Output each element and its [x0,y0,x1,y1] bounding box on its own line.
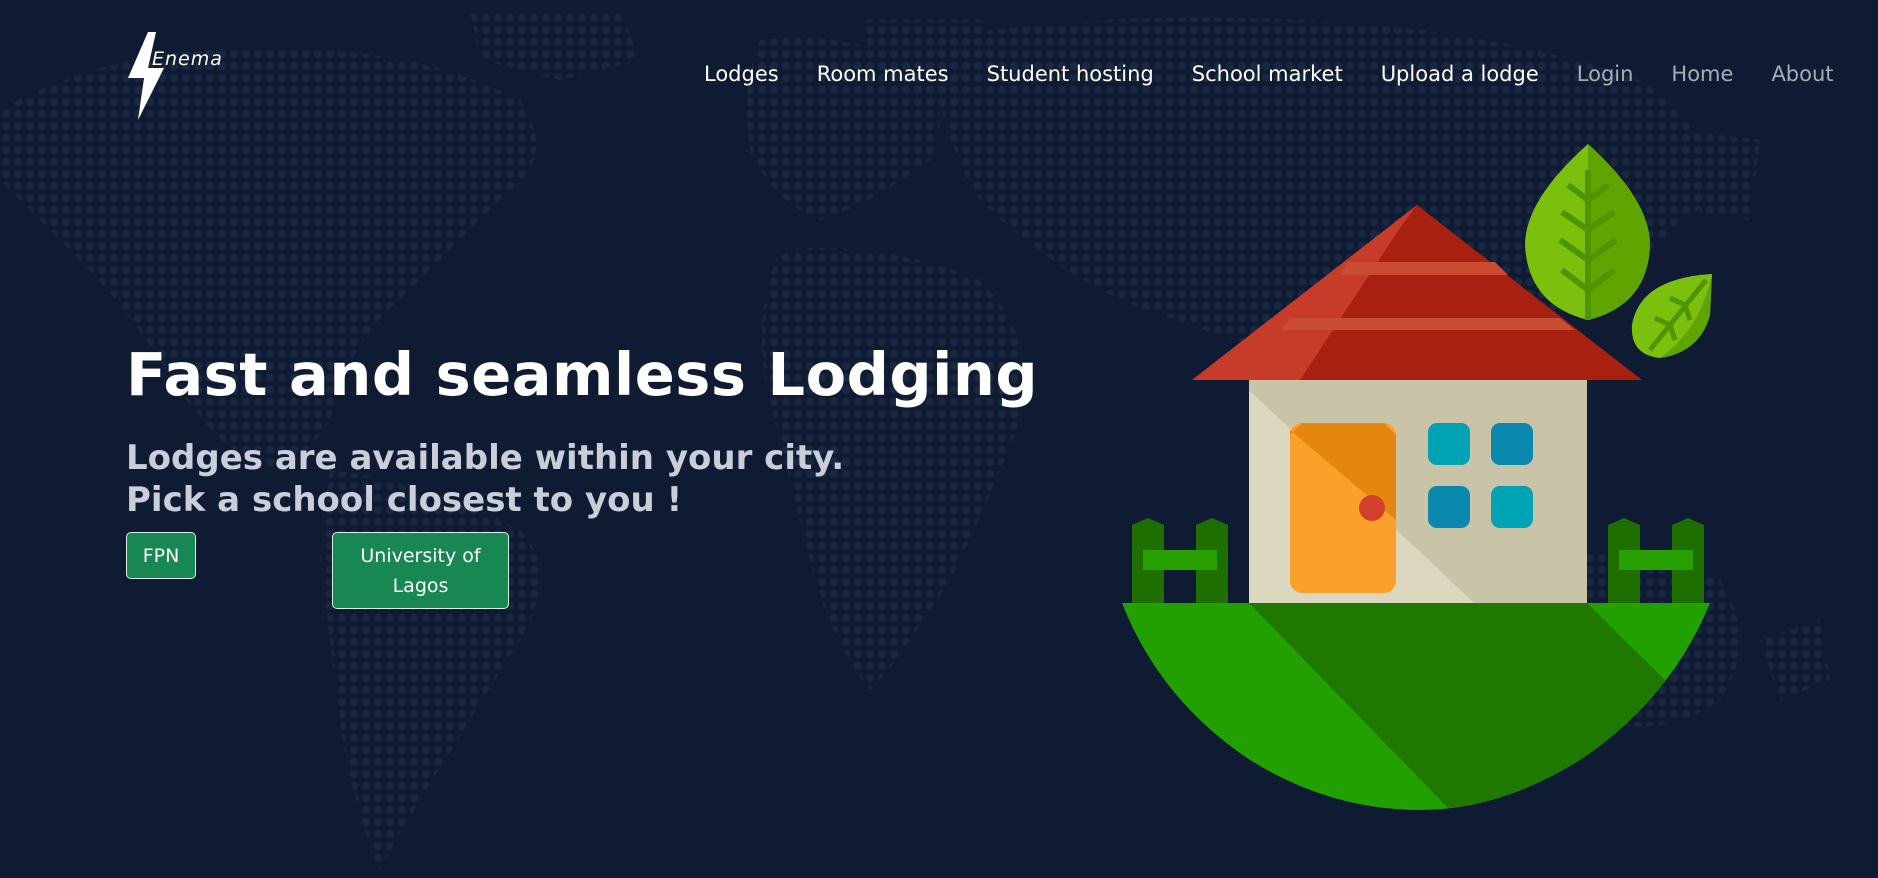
nav-login[interactable]: Login [1577,62,1634,86]
fence-right-icon [1608,518,1704,603]
school-button-university-of-lagos[interactable]: University of Lagos [332,532,509,609]
hero-title: Fast and seamless Lodging [126,340,1039,409]
top-navigation: Lodges Room mates Student hosting School… [704,62,1872,86]
brand-name: Enema [152,48,223,70]
school-button-fpn[interactable]: FPN [126,532,196,579]
nav-room-mates[interactable]: Room mates [817,62,949,86]
nav-home[interactable]: Home [1671,62,1733,86]
leaf-icon [1525,144,1650,320]
nav-student-hosting[interactable]: Student hosting [987,62,1154,86]
house-with-leaves-illustration [1122,144,1712,810]
nav-about[interactable]: About [1771,62,1833,86]
hero-subtitle: Lodges are available within your city. P… [126,438,845,520]
small-leaf-icon [1631,274,1712,358]
fence-left-icon [1132,518,1228,603]
lightning-bolt-icon [128,32,164,120]
nav-school-market[interactable]: School market [1192,62,1343,86]
nav-upload-a-lodge[interactable]: Upload a lodge [1381,62,1539,86]
nav-lodges[interactable]: Lodges [704,62,779,86]
brand-logo[interactable]: Enema [126,30,236,125]
